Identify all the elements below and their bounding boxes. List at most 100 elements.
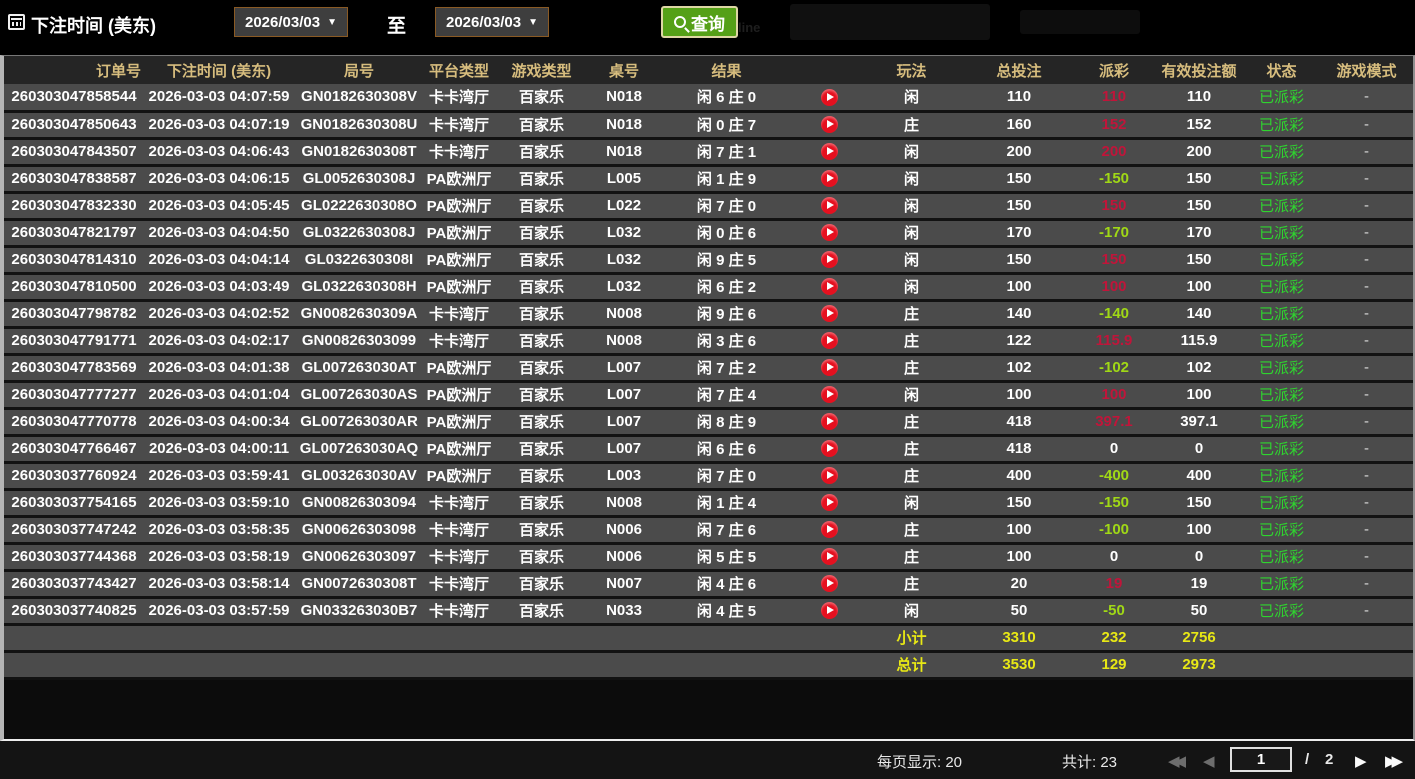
table-no-cell: N007 bbox=[589, 570, 659, 599]
payout-cell: -400 bbox=[1079, 462, 1149, 491]
payout-cell: -102 bbox=[1079, 354, 1149, 383]
replay-video-icon[interactable] bbox=[820, 251, 838, 269]
page-number-input[interactable] bbox=[1230, 747, 1292, 772]
payout-cell: -140 bbox=[1079, 300, 1149, 329]
replay-video-icon[interactable] bbox=[820, 521, 838, 539]
order-cell: 260303047858544 bbox=[4, 84, 144, 113]
bet-record-row: 260303037740825 2026-03-03 03:57:59 GN0332… bbox=[4, 597, 1413, 626]
first-page-button[interactable]: ◀◀ bbox=[1168, 752, 1186, 770]
valid-bet-cell: 100 bbox=[1149, 516, 1249, 545]
time-cell: 2026-03-03 03:58:19 bbox=[144, 543, 294, 572]
ghost-overlay-artifacts: line bbox=[700, 2, 1170, 44]
table-no-cell: N006 bbox=[589, 516, 659, 545]
time-cell: 2026-03-03 04:01:38 bbox=[144, 354, 294, 383]
status-cell: 已派彩 bbox=[1249, 354, 1314, 383]
replay-video-icon[interactable] bbox=[820, 548, 838, 566]
valid-bet-cell: 110 bbox=[1149, 84, 1249, 113]
subtotal-payout: 232 bbox=[1079, 624, 1149, 653]
order-cell: 260303047821797 bbox=[4, 219, 144, 248]
payout-cell: 152 bbox=[1079, 111, 1149, 140]
mode-cell: - bbox=[1314, 138, 1413, 167]
valid-bet-cell: 170 bbox=[1149, 219, 1249, 248]
time-cell: 2026-03-03 03:58:35 bbox=[144, 516, 294, 545]
chevron-down-icon: ▼ bbox=[327, 16, 337, 28]
order-cell: 260303047810500 bbox=[4, 273, 144, 302]
mode-cell: - bbox=[1314, 570, 1413, 599]
total-bet-cell: 140 bbox=[959, 300, 1079, 329]
replay-video-icon[interactable] bbox=[820, 359, 838, 377]
platform-cell: PA欧洲厅 bbox=[424, 165, 494, 194]
order-cell: 260303047791771 bbox=[4, 327, 144, 356]
replay-video-icon[interactable] bbox=[820, 467, 838, 485]
chevron-down-icon: ▼ bbox=[528, 16, 538, 28]
prev-page-button[interactable]: ◀ bbox=[1203, 752, 1215, 770]
column-header-12: 状态 bbox=[1249, 56, 1314, 84]
result-cell: 闲 9 庄 6 bbox=[659, 300, 794, 329]
valid-bet-cell: 50 bbox=[1149, 597, 1249, 626]
bet-on-cell: 庄 bbox=[864, 516, 959, 545]
round-cell: GL007263030AR bbox=[294, 408, 424, 437]
bet-on-cell: 庄 bbox=[864, 570, 959, 599]
replay-video-icon[interactable] bbox=[820, 602, 838, 620]
round-cell: GN0082630309A bbox=[294, 300, 424, 329]
payout-cell: -170 bbox=[1079, 219, 1149, 248]
replay-cell bbox=[794, 435, 864, 464]
game-cell: 百家乐 bbox=[494, 516, 589, 545]
subtotal-valid: 2756 bbox=[1149, 624, 1249, 653]
replay-video-icon[interactable] bbox=[820, 224, 838, 242]
replay-video-icon[interactable] bbox=[820, 305, 838, 323]
status-cell: 已派彩 bbox=[1249, 570, 1314, 599]
table-no-cell: N018 bbox=[589, 84, 659, 113]
mode-cell: - bbox=[1314, 408, 1413, 437]
payout-cell: -50 bbox=[1079, 597, 1149, 626]
replay-video-icon[interactable] bbox=[820, 88, 838, 106]
platform-cell: PA欧洲厅 bbox=[424, 435, 494, 464]
replay-video-icon[interactable] bbox=[820, 143, 838, 161]
game-cell: 百家乐 bbox=[494, 165, 589, 194]
total-bet-cell: 150 bbox=[959, 246, 1079, 275]
result-cell: 闲 8 庄 9 bbox=[659, 408, 794, 437]
round-cell: GL0322630308H bbox=[294, 273, 424, 302]
bet-on-cell: 闲 bbox=[864, 597, 959, 626]
table-no-cell: L007 bbox=[589, 381, 659, 410]
result-cell: 闲 7 庄 2 bbox=[659, 354, 794, 383]
column-header-7 bbox=[794, 56, 864, 84]
summary-body: 小计 3310 232 2756 总计 3530 129 2973 bbox=[4, 624, 1413, 680]
result-cell: 闲 0 庄 7 bbox=[659, 111, 794, 140]
replay-video-icon[interactable] bbox=[820, 575, 838, 593]
to-label: 至 bbox=[387, 16, 407, 37]
bet-record-row: 260303037747242 2026-03-03 03:58:35 GN0062… bbox=[4, 516, 1413, 545]
replay-video-icon[interactable] bbox=[820, 332, 838, 350]
replay-cell bbox=[794, 462, 864, 491]
mode-cell: - bbox=[1314, 354, 1413, 383]
mode-cell: - bbox=[1314, 165, 1413, 194]
replay-video-icon[interactable] bbox=[820, 170, 838, 188]
date-to-select[interactable]: 2026/03/03 ▼ bbox=[435, 7, 549, 37]
time-cell: 2026-03-03 04:07:59 bbox=[144, 84, 294, 113]
mode-cell: - bbox=[1314, 273, 1413, 302]
table-no-cell: L007 bbox=[589, 408, 659, 437]
replay-video-icon[interactable] bbox=[820, 197, 838, 215]
column-header-2: 局号 bbox=[294, 56, 424, 84]
game-cell: 百家乐 bbox=[494, 111, 589, 140]
replay-video-icon[interactable] bbox=[820, 494, 838, 512]
date-from-select[interactable]: 2026/03/03 ▼ bbox=[234, 7, 348, 37]
mode-cell: - bbox=[1314, 327, 1413, 356]
result-cell: 闲 7 庄 6 bbox=[659, 516, 794, 545]
replay-video-icon[interactable] bbox=[820, 413, 838, 431]
last-page-button[interactable]: ▶▶ bbox=[1385, 752, 1403, 770]
next-page-button[interactable]: ▶ bbox=[1355, 752, 1367, 770]
time-cell: 2026-03-03 04:02:17 bbox=[144, 327, 294, 356]
bet-record-row: 260303037754165 2026-03-03 03:59:10 GN0082… bbox=[4, 489, 1413, 518]
column-header-3: 平台类型 bbox=[424, 56, 494, 84]
replay-video-icon[interactable] bbox=[820, 278, 838, 296]
game-cell: 百家乐 bbox=[494, 381, 589, 410]
replay-video-icon[interactable] bbox=[820, 386, 838, 404]
replay-video-icon[interactable] bbox=[820, 116, 838, 134]
game-cell: 百家乐 bbox=[494, 597, 589, 626]
bet-on-cell: 庄 bbox=[864, 327, 959, 356]
replay-cell bbox=[794, 165, 864, 194]
time-cell: 2026-03-03 04:04:14 bbox=[144, 246, 294, 275]
replay-video-icon[interactable] bbox=[820, 440, 838, 458]
bet-record-row: 260303047838587 2026-03-03 04:06:15 GL0052… bbox=[4, 165, 1413, 194]
